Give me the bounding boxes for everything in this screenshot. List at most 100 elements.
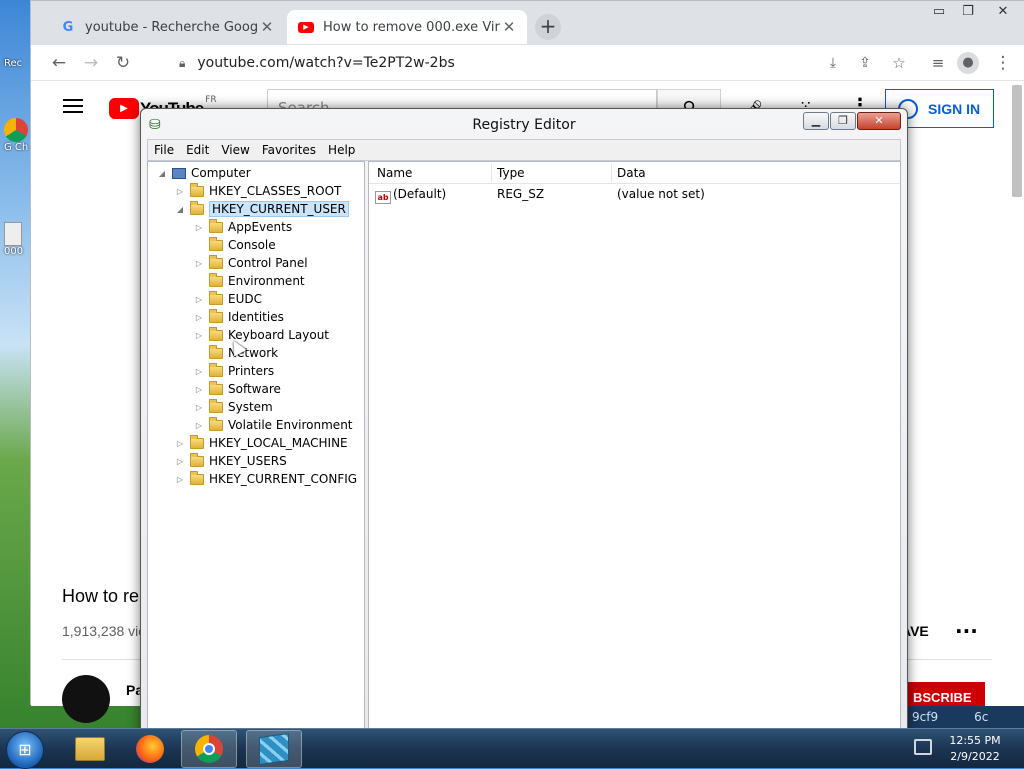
media-control-icon[interactable]: ≡ (926, 52, 950, 74)
hamburger-menu-icon[interactable] (63, 99, 83, 113)
install-icon[interactable]: ⤓ (821, 52, 845, 74)
network-tray-icon[interactable] (914, 739, 932, 755)
folder-open-icon (190, 200, 204, 215)
minimize-button[interactable]: ▭ (928, 4, 950, 20)
tab-strip: G youtube - Recherche Google ✕ ▶ How to … (31, 1, 1024, 45)
menu-help[interactable]: Help (322, 143, 361, 157)
youtube-play-icon: ▶ (109, 98, 139, 119)
value-data: (value not set) (617, 187, 705, 201)
close-tab-icon[interactable]: ✕ (501, 18, 517, 36)
expand-arrow-icon[interactable]: ▷ (193, 259, 205, 268)
tab-youtube[interactable]: ▶ How to remove 000.exe Virus - Y ✕ (287, 10, 527, 44)
tree-node-printers[interactable]: ▷ Printers (193, 362, 274, 380)
column-header-type[interactable]: Type (497, 166, 525, 180)
firefox-icon (136, 735, 164, 763)
back-arrow-icon[interactable]: ← (47, 52, 71, 74)
regedit-titlebar[interactable]: ⛁ Registry Editor ▁ ❐ ✕ (141, 109, 907, 139)
channel-avatar[interactable] (62, 675, 110, 723)
page-scrollbar[interactable] (1012, 85, 1022, 197)
expand-arrow-icon[interactable]: ▷ (174, 187, 186, 196)
collapse-arrow-icon[interactable]: ◢ (156, 169, 168, 178)
file-icon (4, 222, 22, 246)
column-divider[interactable] (611, 164, 612, 182)
forward-arrow-icon[interactable]: → (79, 52, 103, 74)
more-actions-icon[interactable]: ··· (955, 619, 978, 643)
column-header-data[interactable]: Data (617, 166, 646, 180)
registry-tree: ◢ Computer ▷ HKEY_CLASSES_ROOT ◢ HKEY_CURRE… (147, 161, 365, 735)
values-list: Name Type Data ab (Default) REG_SZ (value… (368, 161, 901, 735)
window-title: Registry Editor (472, 117, 576, 133)
column-header-name[interactable]: Name (377, 166, 412, 180)
bookmark-star-icon[interactable]: ☆ (887, 52, 911, 74)
tree-node-control-panel[interactable]: ▷ Control Panel (193, 254, 308, 272)
folder-icon (190, 182, 204, 197)
computer-icon (172, 167, 186, 179)
column-divider[interactable] (491, 164, 492, 182)
expand-arrow-icon[interactable]: ▷ (193, 367, 205, 376)
tree-node-hkcc[interactable]: ▷ HKEY_CURRENT_CONFIG (174, 470, 357, 488)
expand-arrow-icon[interactable]: ▷ (193, 385, 205, 394)
menu-view[interactable]: View (215, 143, 255, 157)
value-type: REG_SZ (497, 187, 545, 201)
tree-node-system[interactable]: ▷ System (193, 398, 273, 416)
tree-node-identities[interactable]: ▷ Identities (193, 308, 284, 326)
expand-arrow-icon[interactable]: ▷ (193, 223, 205, 232)
tree-node-eudc[interactable]: ▷ EUDC (193, 290, 262, 308)
expand-arrow-icon[interactable]: ▷ (193, 313, 205, 322)
expand-arrow-icon[interactable]: ▷ (193, 295, 205, 304)
expand-arrow-icon[interactable]: ▷ (193, 331, 205, 340)
collapse-arrow-icon[interactable]: ◢ (174, 205, 186, 214)
firefox-taskbar-button[interactable] (122, 730, 178, 768)
profile-icon[interactable]: ● (957, 52, 979, 74)
start-button[interactable]: ⊞ (6, 731, 44, 769)
list-item[interactable]: ab (Default) REG_SZ (value not set) (375, 187, 895, 205)
menu-file[interactable]: File (148, 143, 180, 157)
maximize-button[interactable]: ❐ (830, 112, 856, 130)
tree-node-environment[interactable]: Environment (193, 272, 305, 290)
chrome-taskbar-button[interactable] (181, 730, 237, 768)
new-tab-button[interactable]: + (535, 14, 561, 40)
overlay-text-fragment: 9cf9 6c (908, 706, 1024, 728)
close-tab-icon[interactable]: ✕ (259, 18, 275, 36)
menu-favorites[interactable]: Favorites (256, 143, 322, 157)
video-title: How to re (62, 586, 140, 606)
tree-node-volatile-environment[interactable]: ▷ Volatile Environment (193, 416, 353, 434)
folder-icon (190, 434, 204, 449)
address-bar[interactable]: 🔒︎ youtube.com/watch?v=Te2PT2w-2bs (179, 50, 819, 78)
explorer-taskbar-button[interactable] (62, 730, 118, 768)
chrome-icon (4, 118, 28, 142)
tree-node-appevents[interactable]: ▷ AppEvents (193, 218, 292, 236)
tab-google-search[interactable]: G youtube - Recherche Google ✕ (49, 10, 285, 44)
tree-node-software[interactable]: ▷ Software (193, 380, 281, 398)
tree-node-console[interactable]: Console (193, 236, 276, 254)
tree-node-computer[interactable]: ◢ Computer (156, 164, 251, 182)
expand-arrow-icon[interactable]: ▷ (193, 403, 205, 412)
expand-arrow-icon[interactable]: ▷ (174, 439, 186, 448)
minimize-button[interactable]: ▁ (803, 112, 829, 130)
clock-date: 2/9/2022 (950, 750, 1000, 763)
tree-node-hku[interactable]: ▷ HKEY_USERS (174, 452, 287, 470)
lock-icon: 🔒︎ (179, 56, 186, 70)
google-icon: G (62, 19, 74, 35)
share-icon[interactable]: ⇪ (853, 52, 877, 74)
menu-kebab-icon[interactable]: ⋮ (991, 52, 1015, 74)
youtube-icon: ▶ (297, 19, 315, 35)
close-window-button[interactable]: ✕ (992, 4, 1014, 20)
registry-editor-window: ⛁ Registry Editor ▁ ❐ ✕ File Edit View F… (140, 108, 908, 735)
regedit-taskbar-button[interactable] (246, 730, 302, 768)
string-value-icon: ab (375, 191, 391, 204)
folder-icon (190, 452, 204, 467)
close-button[interactable]: ✕ (857, 112, 901, 130)
tree-node-hklm[interactable]: ▷ HKEY_LOCAL_MACHINE (174, 434, 348, 452)
expand-arrow-icon[interactable]: ▷ (174, 475, 186, 484)
system-clock[interactable]: 12:55 PM 2/9/2022 (940, 733, 1010, 765)
tree-node-keyboard-layout[interactable]: ▷ Keyboard Layout (193, 326, 329, 344)
expand-arrow-icon[interactable]: ▷ (193, 421, 205, 430)
restore-button[interactable]: ❐ (957, 4, 979, 20)
expand-arrow-icon[interactable]: ▷ (174, 457, 186, 466)
tree-node-hkcr[interactable]: ▷ HKEY_CLASSES_ROOT (174, 182, 341, 200)
view-count: 1,913,238 vie (62, 623, 147, 639)
menu-edit[interactable]: Edit (180, 143, 215, 157)
reload-icon[interactable]: ↻ (111, 52, 135, 74)
tree-node-hkcu[interactable]: ◢ HKEY_CURRENT_USER (174, 200, 349, 218)
